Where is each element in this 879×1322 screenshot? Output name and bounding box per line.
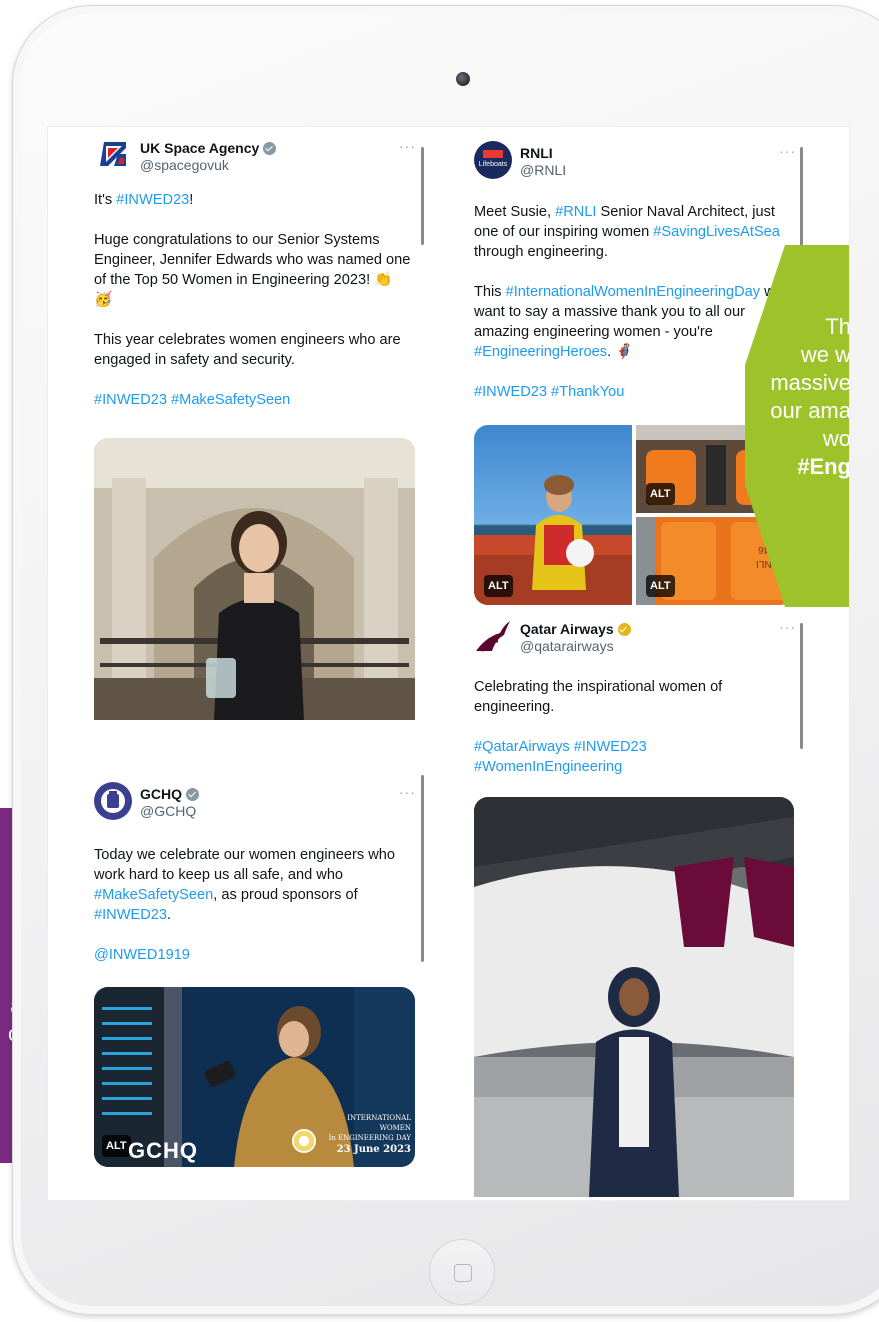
rnli-avatar-icon[interactable]: Lifeboats [474, 141, 512, 179]
tweet-photo-qatar[interactable] [474, 797, 794, 1197]
text-segment: . 🦸 [607, 344, 634, 360]
author-handle[interactable]: @spacegovuk [140, 155, 229, 175]
green-callout-line-5: wo [822, 426, 850, 451]
photo-illustration [94, 438, 415, 720]
gchq-logo-text: GCHQ [128, 1138, 198, 1163]
text-segment: ! [189, 192, 194, 208]
photo-susie[interactable]: ALT [474, 425, 632, 605]
tweet-text: It's #INWED23! Huge congratulations to o… [94, 190, 414, 430]
alt-badge[interactable]: ALT [102, 1135, 131, 1157]
text-segment: through engineering. [474, 244, 608, 260]
tweet-line-1: It's #INWED23! [94, 190, 414, 210]
verified-badge-icon [186, 787, 199, 801]
more-options-icon[interactable]: ··· [779, 141, 796, 161]
more-options-icon[interactable]: ··· [399, 136, 416, 156]
tweet-header: UK Space Agency @spacegovuk ··· [94, 136, 424, 180]
text-segment: , as proud sponsors of [213, 887, 358, 903]
tweet-paragraph: Today we celebrate our women engineers w… [94, 845, 414, 925]
camera-icon [456, 72, 470, 86]
tweet-header: Qatar Airways @qatarairways ··· [474, 617, 804, 661]
tweet-paragraph: Huge congratulations to our Senior Syste… [94, 232, 411, 308]
rnli-avatar-text: Lifeboats [478, 161, 508, 168]
green-callout-text: Th we w massive our ama wo #Eng [754, 313, 850, 481]
text-segment: Meet Susie, [474, 204, 556, 220]
tweet-scrollbar[interactable] [421, 775, 424, 962]
tweet-photo-jennifer[interactable] [94, 438, 415, 720]
inwed-badge-line-1: INTERNATIONAL WOMEN [347, 1114, 411, 1132]
inwed-badge: INTERNATIONAL WOMEN In ENGINEERING DAY 2… [319, 1113, 411, 1155]
hashtag-link[interactable]: #EngineeringHeroes [474, 344, 607, 360]
inwed-flower-icon [292, 1129, 316, 1153]
alt-badge[interactable]: ALT [484, 575, 513, 597]
home-square-icon [454, 1264, 472, 1282]
green-callout-line-2: we w [800, 342, 850, 367]
hashtag-link[interactable]: #MakeSafetySeen [94, 887, 213, 903]
tweet-text: Celebrating the inspirational women of e… [474, 677, 784, 797]
mention-link[interactable]: @INWED1919 [94, 945, 414, 965]
tweet-photo-gchq[interactable]: ALT GCHQ INTERNATIONAL WOMEN In ENGINEER… [94, 987, 415, 1167]
screen-feed: UK Space Agency @spacegovuk ··· It's #IN… [47, 126, 850, 1201]
text-segment: This [474, 284, 506, 300]
tweet-scrollbar[interactable] [800, 623, 803, 749]
alt-badge[interactable]: ALT [646, 483, 675, 505]
tweet-paragraph: Celebrating the inspirational women of e… [474, 679, 723, 715]
gchq-crest-icon[interactable] [94, 782, 132, 820]
tweet-gchq[interactable]: GCHQ @GCHQ ··· Today we celebrate our wo… [94, 782, 424, 1172]
green-callout-line-1: Th [825, 314, 850, 339]
stage: s o as of [0, 0, 879, 1322]
tweet-ukspace[interactable]: UK Space Agency @spacegovuk ··· It's #IN… [94, 136, 424, 736]
green-callout-line-6: #Eng [797, 454, 850, 479]
text-segment: . [167, 907, 172, 923]
tweet-header: GCHQ @GCHQ ··· [94, 782, 424, 826]
hashtag-link[interactable]: #InternationalWomenInEngineeringDay [506, 284, 760, 300]
hashtag-links[interactable]: #INWED23 #MakeSafetySeen [94, 390, 414, 410]
tweet-text: Today we celebrate our women engineers w… [94, 845, 414, 985]
hashtag-link[interactable]: #INWED23 [116, 192, 189, 208]
more-options-icon[interactable]: ··· [779, 617, 796, 637]
more-options-icon[interactable]: ··· [399, 782, 416, 802]
tweet-paragraph: This year celebrates women engineers who… [94, 332, 401, 368]
text-segment: It's [94, 192, 117, 208]
hashtag-link[interactable]: #SavingLivesAtSea [653, 224, 780, 240]
rnli-flag-icon [483, 150, 503, 158]
inwed-badge-date: 23 June 2023 [336, 1144, 411, 1155]
tweet-qatar[interactable]: Qatar Airways @qatarairways ··· Celebrat… [474, 617, 804, 1197]
photo-qatar-illustration [474, 797, 794, 1197]
tweet-scrollbar[interactable] [421, 147, 424, 245]
verified-badge-icon [263, 141, 277, 155]
ukspace-logo-icon[interactable] [94, 136, 132, 174]
alt-badge[interactable]: ALT [646, 575, 675, 597]
hashtag-links[interactable]: #QatarAirways #INWED23 #WomenInEngineeri… [474, 737, 784, 777]
tweet-header: Lifeboats RNLI @RNLI ··· [474, 141, 804, 185]
green-callout-line-3: massive [770, 370, 850, 395]
home-button[interactable] [429, 1239, 495, 1305]
author-handle[interactable]: @GCHQ [140, 801, 196, 821]
hashtag-link[interactable]: #RNLI [555, 204, 596, 220]
author-handle[interactable]: @RNLI [520, 160, 566, 180]
text-segment: Today we celebrate our women engineers w… [94, 847, 395, 883]
qatar-oryx-logo-icon[interactable] [474, 617, 512, 655]
hashtag-link[interactable]: #INWED23 [94, 907, 167, 923]
inwed-badge-line-2: In ENGINEERING DAY [328, 1134, 411, 1142]
green-callout-line-4: our ama [770, 398, 850, 423]
author-handle[interactable]: @qatarairways [520, 636, 614, 656]
verified-badge-gold-icon [617, 622, 631, 636]
